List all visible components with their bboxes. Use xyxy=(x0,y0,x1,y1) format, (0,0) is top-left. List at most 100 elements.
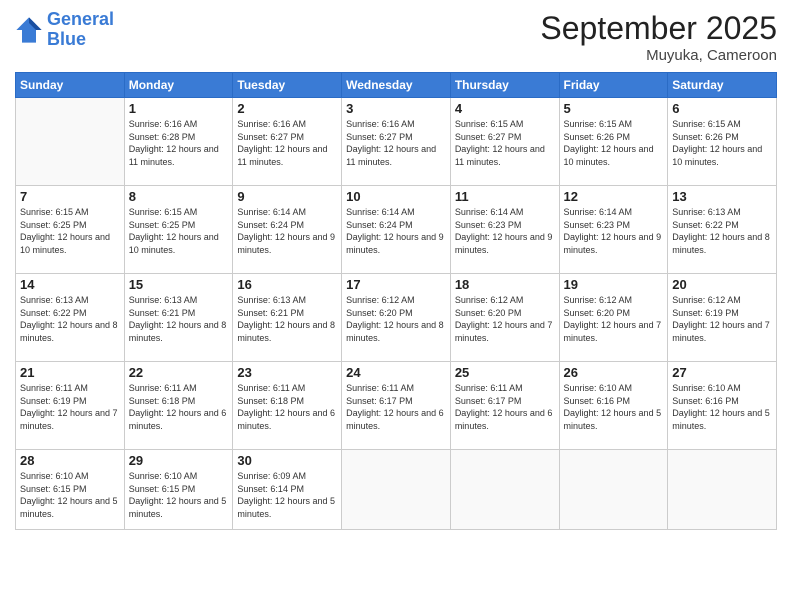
day-number: 5 xyxy=(564,101,664,116)
day-info: Sunrise: 6:15 AM Sunset: 6:25 PM Dayligh… xyxy=(20,206,120,256)
day-info: Sunrise: 6:15 AM Sunset: 6:25 PM Dayligh… xyxy=(129,206,229,256)
calendar-day-cell xyxy=(668,450,777,530)
calendar-day-cell xyxy=(342,450,451,530)
day-number: 22 xyxy=(129,365,229,380)
day-info: Sunrise: 6:16 AM Sunset: 6:28 PM Dayligh… xyxy=(129,118,229,168)
calendar-day-cell: 12 Sunrise: 6:14 AM Sunset: 6:23 PM Dayli… xyxy=(559,186,668,274)
month-title: September 2025 xyxy=(540,10,777,47)
calendar-day-cell: 3Sunrise: 6:16 AM Sunset: 6:27 PM Daylig… xyxy=(342,98,451,186)
day-info: Sunrise: 6:15 AM Sunset: 6:26 PM Dayligh… xyxy=(564,118,664,168)
day-number: 20 xyxy=(672,277,772,292)
calendar-day-cell: 15 Sunrise: 6:13 AM Sunset: 6:21 PM Dayli… xyxy=(124,274,233,362)
day-info: Sunrise: 6:12 AM Sunset: 6:20 PM Dayligh… xyxy=(346,294,446,344)
day-info: Sunrise: 6:12 AM Sunset: 6:19 PM Dayligh… xyxy=(672,294,772,344)
calendar-day-cell: 17 Sunrise: 6:12 AM Sunset: 6:20 PM Dayli… xyxy=(342,274,451,362)
calendar-day-cell: 22Sunrise: 6:11 AM Sunset: 6:18 PM Dayli… xyxy=(124,362,233,450)
day-number: 23 xyxy=(237,365,337,380)
calendar-day-cell xyxy=(559,450,668,530)
day-number: 30 xyxy=(237,453,337,468)
page: General Blue September 2025 Muyuka, Came… xyxy=(0,0,792,612)
calendar-week-row: 7 Sunrise: 6:15 AM Sunset: 6:25 PM Daylig… xyxy=(16,186,777,274)
day-info: Sunrise: 6:12 AM Sunset: 6:20 PM Dayligh… xyxy=(455,294,555,344)
day-number: 11 xyxy=(455,189,555,204)
calendar-day-cell: 8 Sunrise: 6:15 AM Sunset: 6:25 PM Daylig… xyxy=(124,186,233,274)
calendar-day-cell: 24 Sunrise: 6:11 AM Sunset: 6:17 PM Dayli… xyxy=(342,362,451,450)
calendar-day-cell xyxy=(450,450,559,530)
calendar-day-cell: 7 Sunrise: 6:15 AM Sunset: 6:25 PM Daylig… xyxy=(16,186,125,274)
day-info: Sunrise: 6:16 AM Sunset: 6:27 PM Dayligh… xyxy=(237,118,337,168)
calendar-day-cell: 6Sunrise: 6:15 AM Sunset: 6:26 PM Daylig… xyxy=(668,98,777,186)
calendar-day-cell: 2 Sunrise: 6:16 AM Sunset: 6:27 PM Daylig… xyxy=(233,98,342,186)
day-number: 24 xyxy=(346,365,446,380)
title-block: September 2025 Muyuka, Cameroon xyxy=(540,10,777,64)
day-number: 28 xyxy=(20,453,120,468)
day-number: 18 xyxy=(455,277,555,292)
calendar-day-cell: 14Sunrise: 6:13 AM Sunset: 6:22 PM Dayli… xyxy=(16,274,125,362)
day-info: Sunrise: 6:13 AM Sunset: 6:21 PM Dayligh… xyxy=(129,294,229,344)
day-number: 12 xyxy=(564,189,664,204)
calendar-week-row: 21 Sunrise: 6:11 AM Sunset: 6:19 PM Dayli… xyxy=(16,362,777,450)
logo-icon xyxy=(15,16,43,44)
day-info: Sunrise: 6:10 AM Sunset: 6:16 PM Dayligh… xyxy=(672,382,772,432)
day-number: 2 xyxy=(237,101,337,116)
location: Muyuka, Cameroon xyxy=(540,47,777,64)
day-info: Sunrise: 6:10 AM Sunset: 6:15 PM Dayligh… xyxy=(129,470,229,520)
day-info: Sunrise: 6:11 AM Sunset: 6:19 PM Dayligh… xyxy=(20,382,120,432)
calendar-day-cell: 26 Sunrise: 6:10 AM Sunset: 6:16 PM Dayli… xyxy=(559,362,668,450)
day-number: 29 xyxy=(129,453,229,468)
day-number: 7 xyxy=(20,189,120,204)
calendar-week-row: 14Sunrise: 6:13 AM Sunset: 6:22 PM Dayli… xyxy=(16,274,777,362)
calendar-day-cell: 21 Sunrise: 6:11 AM Sunset: 6:19 PM Dayli… xyxy=(16,362,125,450)
day-number: 17 xyxy=(346,277,446,292)
day-number: 1 xyxy=(129,101,229,116)
calendar-day-cell: 27 Sunrise: 6:10 AM Sunset: 6:16 PM Dayli… xyxy=(668,362,777,450)
day-info: Sunrise: 6:14 AM Sunset: 6:24 PM Dayligh… xyxy=(237,206,337,256)
calendar-header-row: SundayMondayTuesdayWednesdayThursdayFrid… xyxy=(16,73,777,98)
calendar-day-cell: 29 Sunrise: 6:10 AM Sunset: 6:15 PM Dayli… xyxy=(124,450,233,530)
day-of-week-header: Thursday xyxy=(450,73,559,98)
day-number: 8 xyxy=(129,189,229,204)
day-number: 13 xyxy=(672,189,772,204)
day-of-week-header: Sunday xyxy=(16,73,125,98)
day-info: Sunrise: 6:11 AM Sunset: 6:18 PM Dayligh… xyxy=(237,382,337,432)
day-of-week-header: Saturday xyxy=(668,73,777,98)
calendar-week-row: 1 Sunrise: 6:16 AM Sunset: 6:28 PM Daylig… xyxy=(16,98,777,186)
day-number: 4 xyxy=(455,101,555,116)
day-number: 21 xyxy=(20,365,120,380)
day-of-week-header: Wednesday xyxy=(342,73,451,98)
day-number: 25 xyxy=(455,365,555,380)
day-number: 26 xyxy=(564,365,664,380)
calendar-day-cell: 18 Sunrise: 6:12 AM Sunset: 6:20 PM Dayli… xyxy=(450,274,559,362)
day-info: Sunrise: 6:14 AM Sunset: 6:23 PM Dayligh… xyxy=(455,206,555,256)
calendar-day-cell xyxy=(16,98,125,186)
day-number: 6 xyxy=(672,101,772,116)
day-info: Sunrise: 6:10 AM Sunset: 6:16 PM Dayligh… xyxy=(564,382,664,432)
day-of-week-header: Tuesday xyxy=(233,73,342,98)
day-of-week-header: Monday xyxy=(124,73,233,98)
calendar-day-cell: 13 Sunrise: 6:13 AM Sunset: 6:22 PM Dayli… xyxy=(668,186,777,274)
day-number: 27 xyxy=(672,365,772,380)
day-number: 9 xyxy=(237,189,337,204)
day-number: 19 xyxy=(564,277,664,292)
day-number: 15 xyxy=(129,277,229,292)
calendar: SundayMondayTuesdayWednesdayThursdayFrid… xyxy=(15,72,777,530)
day-info: Sunrise: 6:14 AM Sunset: 6:23 PM Dayligh… xyxy=(564,206,664,256)
logo: General Blue xyxy=(15,10,114,50)
day-info: Sunrise: 6:12 AM Sunset: 6:20 PM Dayligh… xyxy=(564,294,664,344)
logo-text: General Blue xyxy=(47,10,114,50)
day-info: Sunrise: 6:13 AM Sunset: 6:22 PM Dayligh… xyxy=(672,206,772,256)
day-info: Sunrise: 6:09 AM Sunset: 6:14 PM Dayligh… xyxy=(237,470,337,520)
day-info: Sunrise: 6:16 AM Sunset: 6:27 PM Dayligh… xyxy=(346,118,446,168)
calendar-day-cell: 23 Sunrise: 6:11 AM Sunset: 6:18 PM Dayli… xyxy=(233,362,342,450)
calendar-day-cell: 25 Sunrise: 6:11 AM Sunset: 6:17 PM Dayli… xyxy=(450,362,559,450)
day-info: Sunrise: 6:11 AM Sunset: 6:17 PM Dayligh… xyxy=(346,382,446,432)
day-info: Sunrise: 6:13 AM Sunset: 6:22 PM Dayligh… xyxy=(20,294,120,344)
day-info: Sunrise: 6:14 AM Sunset: 6:24 PM Dayligh… xyxy=(346,206,446,256)
calendar-day-cell: 30 Sunrise: 6:09 AM Sunset: 6:14 PM Dayli… xyxy=(233,450,342,530)
day-info: Sunrise: 6:11 AM Sunset: 6:17 PM Dayligh… xyxy=(455,382,555,432)
day-number: 10 xyxy=(346,189,446,204)
day-info: Sunrise: 6:13 AM Sunset: 6:21 PM Dayligh… xyxy=(237,294,337,344)
logo-general: General xyxy=(47,9,114,29)
calendar-day-cell: 16Sunrise: 6:13 AM Sunset: 6:21 PM Dayli… xyxy=(233,274,342,362)
calendar-day-cell: 20 Sunrise: 6:12 AM Sunset: 6:19 PM Dayli… xyxy=(668,274,777,362)
